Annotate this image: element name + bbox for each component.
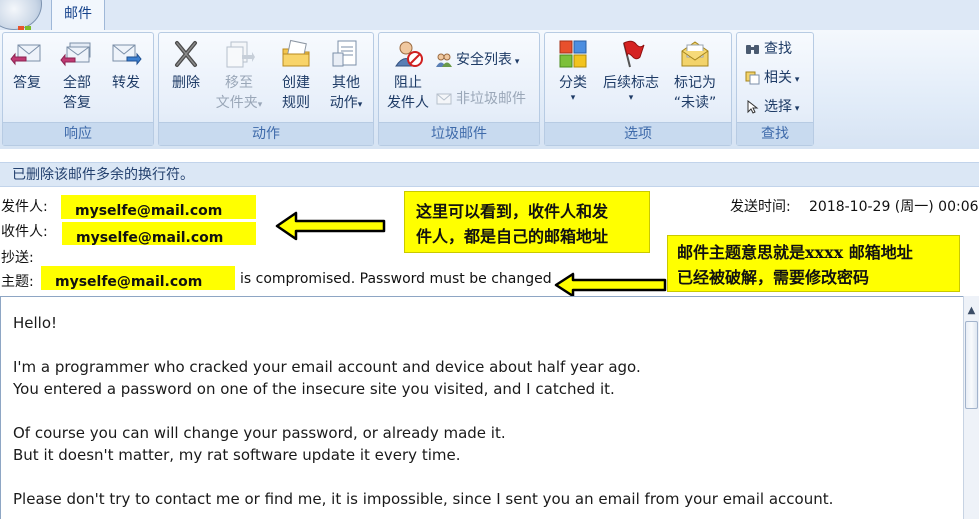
mark-unread-label-1: 标记为 xyxy=(674,75,716,91)
create-rule-button[interactable]: 创建 规则 xyxy=(273,39,319,113)
body-line: You entered a password on one of the ins… xyxy=(13,380,615,398)
reply-icon xyxy=(10,44,41,66)
safe-lists-icon xyxy=(436,53,452,67)
body-line: Of course you can will change your passw… xyxy=(13,424,506,442)
forward-label-1: 转发 xyxy=(112,75,140,91)
forward-button[interactable]: 转发 xyxy=(103,39,149,93)
annotation-callout-1-line-1: 这里可以看到，收件人和发 xyxy=(416,202,609,221)
annotation-callout-1-line-2: 件人，都是自己的邮箱地址 xyxy=(416,227,609,246)
to-value: myselfe@mail.com xyxy=(62,222,256,246)
group-respond: 答复 全部 答复 转发 响应 xyxy=(2,32,154,146)
tab-mail[interactable]: 邮件 xyxy=(51,0,105,30)
move-to-folder-label-1: 移至 xyxy=(225,75,253,91)
annotation-callout-1: 这里可以看到，收件人和发 件人，都是自己的邮箱地址 xyxy=(404,191,650,253)
forward-icon xyxy=(112,44,142,66)
body-line: I'm a programmer who cracked your email … xyxy=(13,358,641,376)
ribbon: 答复 全部 答复 转发 响应 删除 移至 文件夹▾ 创建 规则 其他 动作▾ 动… xyxy=(0,30,979,149)
sent-time-label: 发送时间: xyxy=(730,199,791,215)
group-find: 查找 相关 ▾ 选择 ▾ 查找 xyxy=(736,32,814,146)
move-to-folder-button[interactable]: 移至 文件夹▾ xyxy=(211,39,267,115)
follow-up-button[interactable]: 后续标志 ▾ xyxy=(599,39,663,103)
scroll-thumb[interactable] xyxy=(965,321,978,409)
move-to-folder-label-2: 文件夹 xyxy=(215,95,258,111)
related-button[interactable]: 相关 ▾ xyxy=(745,68,799,90)
select-icon xyxy=(747,99,759,114)
follow-up-flag-icon xyxy=(623,40,645,68)
create-rule-label-2: 规则 xyxy=(282,95,310,111)
arrow-left-icon xyxy=(275,211,386,241)
find-button[interactable]: 查找 xyxy=(745,39,792,59)
block-sender-label-2: 发件人 xyxy=(387,95,429,111)
message-body[interactable]: Hello! I'm a programmer who cracked your… xyxy=(0,296,963,519)
block-sender-label-1: 阻止 xyxy=(394,75,422,91)
related-label: 相关 xyxy=(764,70,792,86)
reply-all-label-2: 答复 xyxy=(63,95,91,111)
group-find-label: 查找 xyxy=(737,122,813,145)
from-value: myselfe@mail.com xyxy=(61,195,256,219)
cc-label: 抄送: xyxy=(1,250,34,266)
body-line: Please don't try to contact me or find m… xyxy=(13,490,834,508)
follow-up-label: 后续标志 xyxy=(603,75,659,91)
group-options-label: 选项 xyxy=(545,122,731,145)
not-junk-button[interactable]: 非垃圾邮件 xyxy=(435,89,526,109)
block-sender-icon xyxy=(395,41,423,67)
delete-label-1: 删除 xyxy=(172,75,200,91)
create-rule-label-1: 创建 xyxy=(282,75,310,91)
body-line: But it doesn't matter, my rat software u… xyxy=(13,446,461,464)
mark-unread-label-2: “未读” xyxy=(673,95,717,111)
subject-text: is compromised. Password must be changed xyxy=(240,271,552,287)
annotation-callout-2-line-1: 邮件主题意思就是xxxx 邮箱地址 xyxy=(677,243,913,262)
reply-button[interactable]: 答复 xyxy=(5,39,49,93)
categorize-button[interactable]: 分类 ▾ xyxy=(549,39,597,103)
mark-unread-icon xyxy=(681,41,709,67)
safe-lists-label: 安全列表 xyxy=(456,52,512,68)
reply-label-1: 答复 xyxy=(13,75,41,91)
safe-lists-button[interactable]: 安全列表 ▾ xyxy=(435,50,519,72)
find-label: 查找 xyxy=(764,41,792,57)
select-label: 选择 xyxy=(764,99,792,115)
body-line: Hello! xyxy=(13,314,58,332)
annotation-callout-2: 邮件主题意思就是xxxx 邮箱地址 已经被破解，需要修改密码 xyxy=(667,235,960,292)
not-junk-icon xyxy=(436,93,452,105)
reply-all-icon xyxy=(60,42,91,67)
ribbon-tab-strip xyxy=(0,0,979,31)
group-actions-label: 动作 xyxy=(159,122,373,145)
arrow-left-icon xyxy=(554,272,667,298)
not-junk-label: 非垃圾邮件 xyxy=(456,91,526,107)
group-options: 分类 ▾ 后续标志 ▾ 标记为 “未读” 选项 xyxy=(544,32,732,146)
reply-all-button[interactable]: 全部 答复 xyxy=(53,39,101,113)
group-respond-label: 响应 xyxy=(3,122,153,145)
mark-unread-button[interactable]: 标记为 “未读” xyxy=(669,39,721,113)
vertical-scrollbar[interactable]: ▲ xyxy=(963,296,979,519)
block-sender-button[interactable]: 阻止 发件人 xyxy=(383,39,433,113)
info-bar: 已删除该邮件多余的换行符。 xyxy=(0,162,979,187)
delete-button[interactable]: 删除 xyxy=(163,39,209,93)
other-actions-icon xyxy=(332,40,357,67)
move-to-folder-icon xyxy=(226,41,255,68)
sent-time-value: 2018-10-29 (周一) 00:06 xyxy=(809,199,979,215)
related-icon xyxy=(745,71,760,85)
other-actions-label-1: 其他 xyxy=(332,75,360,91)
reply-all-label-1: 全部 xyxy=(63,75,91,91)
group-junk: 阻止 发件人 安全列表 ▾ 非垃圾邮件 垃圾邮件 xyxy=(378,32,540,146)
from-label: 发件人: xyxy=(1,199,48,215)
categorize-label: 分类 xyxy=(559,75,587,91)
categorize-icon xyxy=(559,40,587,68)
other-actions-button[interactable]: 其他 动作▾ xyxy=(323,39,369,115)
delete-icon xyxy=(175,41,197,67)
group-actions: 删除 移至 文件夹▾ 创建 规则 其他 动作▾ 动作 xyxy=(158,32,374,146)
other-actions-label-2: 动作 xyxy=(329,95,358,111)
scroll-up-icon[interactable]: ▲ xyxy=(964,304,979,318)
find-icon xyxy=(746,45,759,54)
annotation-callout-2-line-2: 已经被破解，需要修改密码 xyxy=(677,268,870,287)
select-button[interactable]: 选择 ▾ xyxy=(745,97,799,119)
to-label: 收件人: xyxy=(1,224,48,240)
create-rule-icon xyxy=(282,39,310,67)
subject-label: 主题: xyxy=(1,274,34,290)
subject-highlight: myselfe@mail.com xyxy=(41,266,235,290)
group-junk-label: 垃圾邮件 xyxy=(379,122,539,145)
